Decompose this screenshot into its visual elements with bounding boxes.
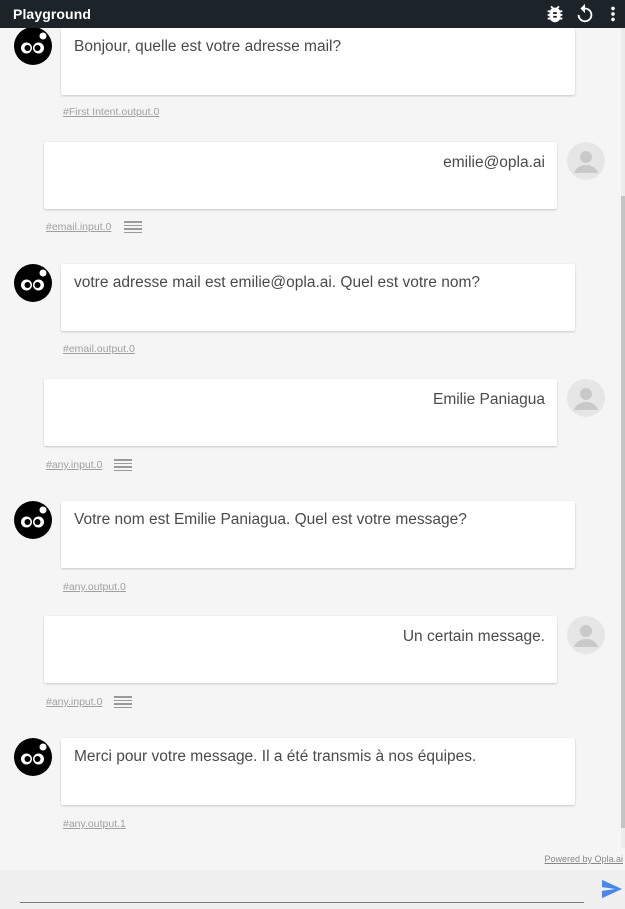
message-text: Bonjour, quelle est votre adresse mail? xyxy=(74,38,342,55)
app-title: Playground xyxy=(13,6,92,22)
message-text: Merci pour votre message. Il a été trans… xyxy=(74,748,477,765)
send-icon[interactable] xyxy=(601,879,623,899)
person-icon xyxy=(574,388,598,410)
user-avatar xyxy=(567,379,605,417)
refresh-icon[interactable] xyxy=(574,3,596,25)
message-bubble-bot: votre adresse mail est emilie@opla.ai. Q… xyxy=(61,264,575,331)
message-meta-link[interactable]: #email.input.0 xyxy=(46,221,111,233)
message-meta-link[interactable]: #any.output.0 xyxy=(63,581,126,593)
person-icon xyxy=(574,151,598,173)
person-icon xyxy=(574,625,598,647)
menu-lines-icon[interactable] xyxy=(124,221,142,235)
more-vert-icon[interactable] xyxy=(602,3,624,25)
scrollbar[interactable] xyxy=(621,28,625,848)
message-text: Emilie Paniagua xyxy=(432,391,545,408)
message-bubble-user: Emilie Paniagua xyxy=(44,379,557,446)
opla-owl-icon xyxy=(21,269,47,291)
opla-owl-icon xyxy=(21,32,47,54)
message-bubble-bot: Votre nom est Emilie Paniagua. Quel est … xyxy=(61,501,575,568)
message-input[interactable] xyxy=(20,876,584,903)
user-avatar xyxy=(567,142,605,180)
menu-lines-icon[interactable] xyxy=(114,696,132,710)
menu-lines-icon[interactable] xyxy=(114,459,132,473)
bot-avatar xyxy=(14,501,52,539)
message-bubble-bot: Bonjour, quelle est votre adresse mail? xyxy=(61,28,575,95)
message-text: Votre nom est Emilie Paniagua. Quel est … xyxy=(74,511,467,528)
message-bubble-user: Un certain message. xyxy=(44,616,557,683)
message-meta-link[interactable]: #any.input.0 xyxy=(46,696,102,708)
composer: Powered by Opla.ai xyxy=(0,848,625,909)
input-bar xyxy=(0,870,625,909)
bot-avatar xyxy=(14,264,52,302)
message-meta-link[interactable]: #any.output.1 xyxy=(63,818,126,830)
message-meta-link[interactable]: #any.input.0 xyxy=(46,459,102,471)
message-meta-link[interactable]: #First Intent.output.0 xyxy=(63,106,159,118)
opla-owl-icon xyxy=(21,743,47,765)
scrollbar-thumb[interactable] xyxy=(621,196,625,828)
message-bubble-user: emilie@opla.ai xyxy=(44,142,557,209)
bot-avatar xyxy=(14,738,52,776)
message-text: Un certain message. xyxy=(402,628,545,645)
bug-icon[interactable] xyxy=(544,3,566,25)
message-text: votre adresse mail est emilie@opla.ai. Q… xyxy=(74,274,480,291)
bot-avatar xyxy=(14,28,52,65)
opla-owl-icon xyxy=(21,506,47,528)
conversation[interactable]: Bonjour, quelle est votre adresse mail? … xyxy=(0,28,625,848)
message-bubble-bot: Merci pour votre message. Il a été trans… xyxy=(61,738,575,805)
message-meta-link[interactable]: #email.output.0 xyxy=(63,343,135,355)
message-text: emilie@opla.ai xyxy=(443,154,545,171)
user-avatar xyxy=(567,616,605,654)
app-header: Playground xyxy=(0,0,625,28)
powered-by-link[interactable]: Powered by Opla.ai xyxy=(544,854,623,864)
